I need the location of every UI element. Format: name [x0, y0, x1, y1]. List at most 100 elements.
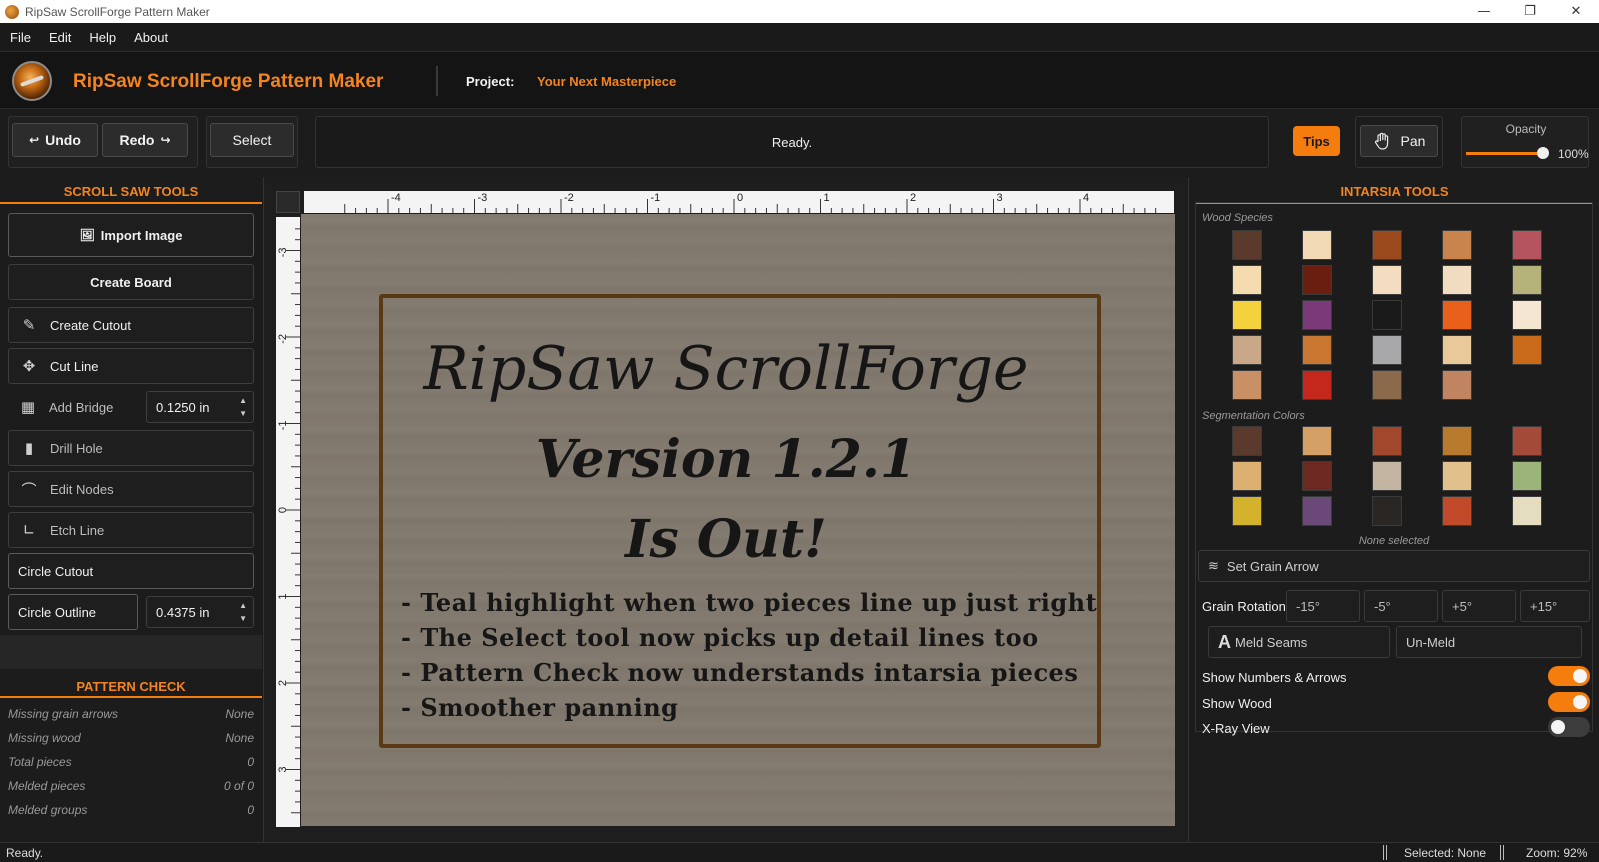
- pan-button[interactable]: Pan: [1360, 125, 1438, 157]
- color-swatch[interactable]: [1512, 230, 1542, 260]
- etch-line-button[interactable]: ∟ Etch Line: [8, 512, 254, 548]
- color-swatch[interactable]: [1442, 335, 1472, 365]
- tips-button[interactable]: Tips: [1293, 126, 1340, 156]
- opacity-value: 100%: [1558, 147, 1589, 161]
- opacity-slider-handle[interactable]: [1537, 147, 1549, 159]
- project-name[interactable]: Your Next Masterpiece: [537, 74, 676, 89]
- color-swatch[interactable]: [1512, 461, 1542, 491]
- rotate-minus-5-button[interactable]: -5°: [1364, 590, 1438, 622]
- color-swatch[interactable]: [1302, 265, 1332, 295]
- show-wood-toggle[interactable]: [1548, 692, 1590, 712]
- color-swatch[interactable]: [1512, 496, 1542, 526]
- header-divider: [436, 66, 438, 96]
- color-swatch[interactable]: [1512, 300, 1542, 330]
- xray-view-toggle[interactable]: [1548, 717, 1590, 737]
- bridge-width-stepper[interactable]: 0.1250 in ▲ ▼: [146, 391, 254, 423]
- color-swatch[interactable]: [1232, 300, 1262, 330]
- rotate-plus-5-button[interactable]: +5°: [1442, 590, 1516, 622]
- color-swatch[interactable]: [1372, 335, 1402, 365]
- redo-button[interactable]: Redo ↪: [102, 123, 188, 157]
- import-image-button[interactable]: 🖼 Import Image: [8, 213, 254, 257]
- stepper-arrows[interactable]: ▲ ▼: [239, 394, 247, 420]
- rotate-plus-15-button[interactable]: +15°: [1520, 590, 1590, 622]
- color-swatch[interactable]: [1302, 496, 1332, 526]
- app-icon: [5, 4, 19, 19]
- color-swatch[interactable]: [1372, 230, 1402, 260]
- release-note: - Teal highlight when two pieces line up…: [401, 588, 1098, 617]
- color-swatch[interactable]: [1442, 265, 1472, 295]
- color-swatch[interactable]: [1372, 496, 1402, 526]
- color-swatch[interactable]: [1512, 335, 1542, 365]
- color-swatch[interactable]: [1232, 370, 1262, 400]
- color-swatch[interactable]: [1302, 461, 1332, 491]
- color-swatch[interactable]: [1442, 461, 1472, 491]
- create-board-button[interactable]: Create Board: [8, 264, 254, 300]
- ruler-label: -2: [277, 334, 289, 344]
- restore-icon[interactable]: ❐: [1507, 0, 1553, 23]
- cut-line-button[interactable]: ✥ Cut Line: [8, 348, 254, 384]
- color-swatch[interactable]: [1232, 496, 1262, 526]
- close-icon[interactable]: ✕: [1553, 0, 1599, 23]
- color-swatch[interactable]: [1232, 265, 1262, 295]
- color-swatch[interactable]: [1302, 300, 1332, 330]
- color-swatch[interactable]: [1302, 426, 1332, 456]
- pattern-canvas[interactable]: -4 -3 -2 -1 0 1 2 3 4 -3 -2 -1 0 1 2 3 RipSaw ScrollFo…: [263, 177, 1189, 842]
- color-swatch[interactable]: [1372, 426, 1402, 456]
- ruler-label: 2: [277, 680, 289, 686]
- color-swatch[interactable]: [1442, 370, 1472, 400]
- edit-nodes-button[interactable]: ⌒ Edit Nodes: [8, 471, 254, 507]
- un-meld-button[interactable]: Un-Meld: [1396, 626, 1582, 658]
- circle-outline-button[interactable]: Circle Outline: [8, 594, 138, 630]
- opacity-slider-track[interactable]: [1466, 152, 1546, 155]
- panel-divider: [0, 202, 262, 204]
- segmentation-colors-label: Segmentation Colors: [1202, 410, 1305, 422]
- color-swatch[interactable]: [1302, 335, 1332, 365]
- color-swatch[interactable]: [1372, 300, 1402, 330]
- color-swatch[interactable]: [1302, 230, 1332, 260]
- color-swatch[interactable]: [1232, 230, 1262, 260]
- undo-button[interactable]: ↩ Undo: [12, 123, 98, 157]
- set-grain-arrow-button[interactable]: ≋ Set Grain Arrow: [1198, 550, 1590, 582]
- menu-edit[interactable]: Edit: [42, 30, 78, 45]
- create-cutout-button[interactable]: ✎ Create Cutout: [8, 307, 254, 343]
- color-swatch[interactable]: [1232, 426, 1262, 456]
- meld-seams-button[interactable]: A Meld Seams: [1208, 626, 1390, 658]
- check-melded-pieces: Melded pieces 0 of 0: [8, 779, 254, 793]
- color-swatch[interactable]: [1512, 265, 1542, 295]
- select-button[interactable]: Select: [210, 123, 294, 157]
- menu-about[interactable]: About: [127, 30, 175, 45]
- color-swatch[interactable]: [1232, 461, 1262, 491]
- color-swatch[interactable]: [1372, 265, 1402, 295]
- color-swatch[interactable]: [1442, 230, 1472, 260]
- ruler-label: 3: [997, 192, 1003, 204]
- circle-size-stepper[interactable]: 0.4375 in ▲ ▼: [146, 596, 254, 628]
- pattern-check-title: PATTERN CHECK: [76, 679, 186, 694]
- image-icon: 🖼: [79, 228, 95, 242]
- color-swatch[interactable]: [1372, 461, 1402, 491]
- color-swatch[interactable]: [1232, 335, 1262, 365]
- show-numbers-toggle[interactable]: [1548, 666, 1590, 686]
- color-swatch[interactable]: [1372, 370, 1402, 400]
- status-divider: [1383, 845, 1387, 860]
- color-swatch[interactable]: [1442, 496, 1472, 526]
- ruler-label: 0: [277, 507, 289, 513]
- drill-hole-button[interactable]: ▮ Drill Hole: [8, 430, 254, 466]
- drill-icon: ▮: [24, 439, 34, 457]
- add-bridge-button[interactable]: ▦ Add Bridge: [8, 389, 142, 425]
- color-swatch[interactable]: [1512, 426, 1542, 456]
- status-text: Ready.: [6, 846, 44, 860]
- stepper-arrows[interactable]: ▲ ▼: [239, 599, 247, 625]
- menu-file[interactable]: File: [3, 30, 38, 45]
- minimize-icon[interactable]: —: [1461, 0, 1507, 23]
- color-swatch[interactable]: [1442, 426, 1472, 456]
- menu-help[interactable]: Help: [82, 30, 123, 45]
- color-swatch[interactable]: [1302, 370, 1332, 400]
- rotate-minus-15-button[interactable]: -15°: [1286, 590, 1360, 622]
- grain-icon: ≋: [1208, 558, 1219, 574]
- intarsia-tools-title: INTARSIA TOOLS: [1340, 184, 1449, 199]
- project-label: Project:: [466, 74, 515, 89]
- circle-cutout-button[interactable]: Circle Cutout: [8, 553, 254, 589]
- color-swatch[interactable]: [1442, 300, 1472, 330]
- wood-board[interactable]: RipSaw ScrollForge Version 1.2.1 Is Out!…: [301, 214, 1175, 826]
- ruler-label: 3: [277, 767, 289, 773]
